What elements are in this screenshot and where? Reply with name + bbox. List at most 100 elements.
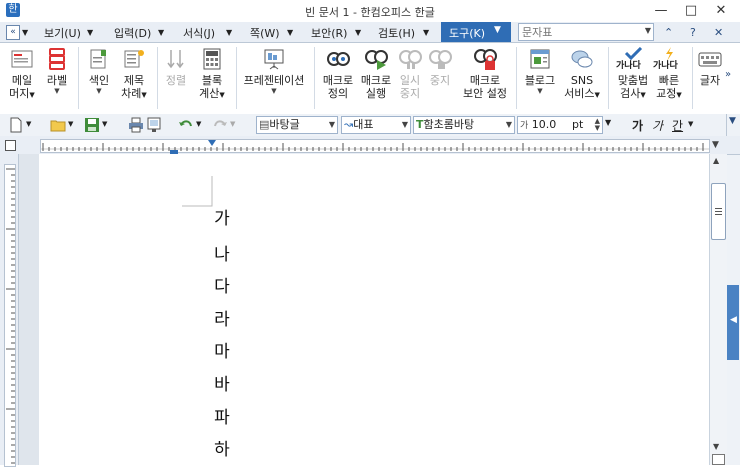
macro-run-button[interactable]: 매크로 실행 bbox=[358, 47, 394, 100]
redo-icon[interactable] bbox=[212, 117, 228, 133]
document-text-char[interactable]: 파 bbox=[212, 403, 232, 428]
maximize-button[interactable]: □ bbox=[676, 0, 706, 22]
menu-format[interactable]: 서식(J) bbox=[183, 25, 215, 41]
calculator-icon bbox=[203, 48, 221, 70]
chevron-down-icon[interactable]: ▼ bbox=[287, 28, 293, 37]
italic-button[interactable]: 가 bbox=[652, 117, 663, 134]
menu-view[interactable]: 보기(U) bbox=[44, 25, 81, 41]
pause-button[interactable]: 일시 중지 bbox=[396, 47, 424, 100]
chevron-down-icon[interactable]: ▼ bbox=[226, 28, 232, 37]
chevron-down-icon[interactable]: ▼ bbox=[645, 26, 651, 35]
block-calc-button[interactable]: 블록 계산▼ bbox=[194, 47, 230, 102]
scroll-up-icon[interactable]: ▲ bbox=[713, 156, 719, 165]
scroll-down-icon[interactable]: ▼ bbox=[713, 442, 719, 451]
index-button[interactable]: 색인 ▼ bbox=[84, 47, 114, 95]
block-calc-label-2: 계산 bbox=[199, 87, 220, 100]
document-text-char[interactable]: 마 bbox=[212, 337, 232, 362]
document-text-char[interactable]: 하 bbox=[212, 435, 232, 460]
undo-icon[interactable] bbox=[178, 117, 194, 133]
chevron-down-icon[interactable]: ▼ bbox=[68, 120, 73, 128]
menu-security[interactable]: 보안(R) bbox=[311, 25, 347, 41]
horizontal-ruler[interactable]: ▼ bbox=[0, 136, 740, 155]
document-page[interactable] bbox=[39, 154, 709, 465]
chevron-down-icon[interactable]: ▼ bbox=[87, 28, 93, 37]
chevron-down-icon[interactable]: ▼ bbox=[402, 117, 408, 133]
font-combo[interactable]: T함초롬바탕 ▼ bbox=[413, 116, 515, 134]
sort-button[interactable]: 정렬 bbox=[162, 47, 190, 87]
chevron-down-icon[interactable]: ▼ bbox=[158, 28, 164, 37]
ribbon-close-icon[interactable]: ✕ bbox=[714, 26, 723, 39]
side-panel-toggle[interactable]: ◀ bbox=[727, 285, 739, 360]
chevron-down-icon[interactable]: ▼ bbox=[688, 120, 693, 128]
open-folder-icon[interactable] bbox=[50, 117, 66, 133]
print-preview-icon[interactable] bbox=[146, 117, 162, 133]
style-icon: ▤ bbox=[259, 118, 270, 131]
macro-define-button[interactable]: 매크로 정의 bbox=[320, 47, 356, 100]
ruler-arrow-icon[interactable]: ▼ bbox=[712, 140, 719, 150]
ruler-track[interactable] bbox=[40, 139, 710, 153]
document-text-char[interactable]: 다 bbox=[212, 272, 232, 297]
document-text-char[interactable]: 바 bbox=[212, 370, 232, 395]
font-type-icon: T bbox=[416, 118, 424, 131]
chevron-down-icon: ▼ bbox=[640, 91, 646, 99]
ribbon-separator bbox=[608, 47, 609, 109]
page-view-icon[interactable] bbox=[712, 454, 725, 465]
ribbon-collapse-icon[interactable]: ⌃ bbox=[664, 26, 673, 39]
minimize-button[interactable]: — bbox=[646, 0, 676, 22]
menu-dropdown-icon[interactable]: ▼ bbox=[22, 28, 28, 37]
close-button[interactable]: ✕ bbox=[706, 0, 736, 22]
chevron-down-icon[interactable]: ▼ bbox=[605, 118, 611, 127]
search-box[interactable]: ▼ bbox=[518, 23, 654, 41]
chevron-down-icon[interactable]: ▼ bbox=[102, 120, 107, 128]
chevron-down-icon: ▼ bbox=[271, 87, 277, 95]
chevron-down-icon[interactable]: ▼ bbox=[423, 28, 429, 37]
help-icon[interactable]: ? bbox=[690, 26, 696, 39]
blog-button[interactable]: 블로그 ▼ bbox=[522, 47, 558, 95]
toc-button[interactable]: 제목 차례▼ bbox=[118, 47, 150, 102]
scroll-thumb[interactable] bbox=[711, 183, 726, 240]
chevron-down-icon[interactable]: ▼ bbox=[26, 120, 31, 128]
mail-merge-button[interactable]: 메일 머지▼ bbox=[4, 47, 40, 102]
language-combo[interactable]: ↝대표 ▼ bbox=[341, 116, 411, 134]
side-panel-menu-icon[interactable]: ▼ bbox=[729, 116, 736, 126]
print-icon[interactable] bbox=[128, 117, 144, 133]
spinner-icon[interactable]: ▲ ▼ bbox=[595, 118, 600, 132]
menu-insert[interactable]: 입력(D) bbox=[114, 25, 151, 41]
document-text-char[interactable]: 라 bbox=[212, 305, 232, 330]
document-text-char[interactable]: 나 bbox=[212, 240, 232, 265]
chevron-down-icon: ▼ bbox=[594, 91, 600, 99]
document-text-char[interactable]: 가 bbox=[212, 204, 232, 229]
menu-page[interactable]: 쪽(W) bbox=[250, 25, 280, 41]
menu-tools[interactable]: 도구(K) ▼ bbox=[441, 22, 511, 42]
menu-review[interactable]: 검토(H) bbox=[378, 25, 415, 41]
font-size-combo[interactable]: 가 10.0 pt ▲ ▼ bbox=[517, 116, 603, 134]
double-chevron-left-icon[interactable]: « bbox=[6, 25, 20, 40]
stop-button[interactable]: 중지 bbox=[426, 47, 454, 87]
sns-button[interactable]: SNS 서비스▼ bbox=[562, 47, 602, 102]
bold-button[interactable]: 가 bbox=[632, 117, 643, 134]
style-combo[interactable]: ▤바탕글 ▼ bbox=[256, 116, 338, 134]
chevron-down-icon[interactable]: ▼ bbox=[329, 117, 335, 133]
underline-button[interactable]: 간 bbox=[672, 117, 683, 134]
save-icon[interactable] bbox=[84, 117, 100, 133]
ribbon-more-icon[interactable]: » bbox=[725, 69, 731, 80]
spell-check-button[interactable]: 가나다 맞춤법 검사▼ bbox=[614, 47, 652, 102]
toc-label-2: 차례 bbox=[121, 87, 142, 100]
search-input[interactable] bbox=[519, 24, 643, 40]
grip-line bbox=[715, 211, 722, 212]
char-input-button[interactable]: 글자 bbox=[698, 47, 722, 87]
label-button[interactable]: 라벨 ▼ bbox=[42, 47, 72, 95]
ruler-corner-icon[interactable] bbox=[5, 140, 16, 151]
new-document-icon[interactable] bbox=[8, 117, 24, 133]
presentation-button[interactable]: 프레젠테이션 ▼ bbox=[240, 47, 308, 95]
chevron-down-icon[interactable]: ▼ bbox=[230, 120, 235, 128]
ribbon: 메일 머지▼ 라벨 ▼ 색인 ▼ 제목 차례▼ 정렬 블록 계산▼ 프레젠테이션… bbox=[0, 43, 740, 115]
pause-label-2: 중지 bbox=[399, 87, 421, 100]
chevron-down-icon[interactable]: ▼ bbox=[196, 120, 201, 128]
vertical-ruler-track[interactable] bbox=[4, 164, 16, 467]
chevron-down-icon[interactable]: ▼ bbox=[506, 117, 512, 133]
macro-security-button[interactable]: 매크로 보안 설정 bbox=[458, 47, 512, 100]
quick-correct-button[interactable]: 가나다 빠른 교정▼ bbox=[652, 47, 686, 102]
vertical-ruler[interactable] bbox=[0, 154, 19, 467]
chevron-down-icon[interactable]: ▼ bbox=[355, 28, 361, 37]
